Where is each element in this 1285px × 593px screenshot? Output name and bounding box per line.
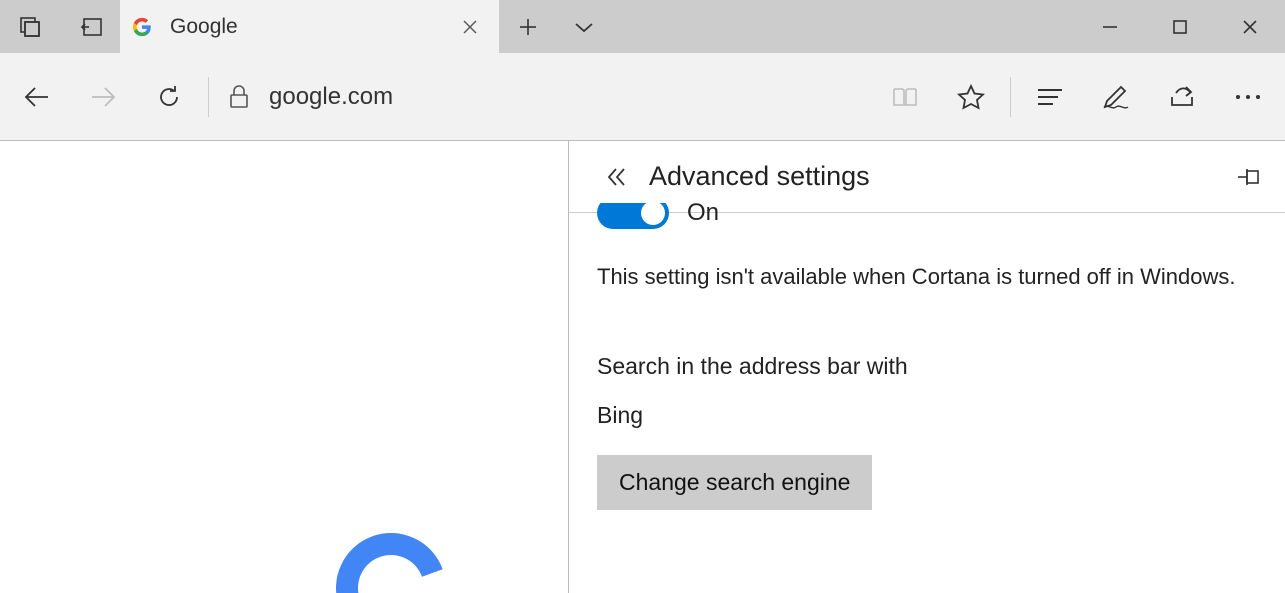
tab-title: Google (170, 15, 455, 39)
new-tab-icon[interactable] (500, 17, 556, 37)
back-icon[interactable] (4, 53, 70, 140)
settings-panel: Advanced settings On This setting isn't … (568, 141, 1285, 593)
set-aside-tabs-icon[interactable] (60, 17, 120, 37)
browser-tab[interactable]: Google (120, 0, 500, 53)
panel-back-icon[interactable] (593, 167, 641, 187)
toggle-switch[interactable] (597, 203, 669, 229)
lock-icon[interactable] (215, 84, 263, 110)
notes-icon[interactable] (1083, 53, 1149, 140)
content-area: Advanced settings On This setting isn't … (0, 141, 1285, 593)
search-section-label: Search in the address bar with (597, 353, 1257, 380)
title-bar: Google (0, 0, 1285, 53)
refresh-icon[interactable] (136, 53, 202, 140)
current-search-engine: Bing (597, 402, 1257, 429)
titlebar-left (0, 0, 120, 53)
close-tab-icon[interactable] (455, 12, 485, 42)
tab-preview-icon[interactable] (556, 20, 612, 34)
toggle-row: On (597, 203, 1257, 239)
more-icon[interactable] (1215, 53, 1281, 140)
setting-description: This setting isn't available when Cortan… (597, 261, 1237, 293)
change-search-engine-button[interactable]: Change search engine (597, 455, 872, 510)
pin-icon[interactable] (1225, 167, 1273, 187)
tabstrip-actions (500, 0, 612, 53)
close-window-icon[interactable] (1215, 0, 1285, 53)
separator (208, 77, 209, 117)
google-logo-fragment-icon (318, 515, 464, 593)
panel-body: On This setting isn't available when Cor… (569, 203, 1285, 510)
maximize-icon[interactable] (1145, 0, 1215, 53)
google-favicon-icon (132, 17, 152, 37)
reading-view-icon[interactable] (872, 53, 938, 140)
hub-icon[interactable] (1017, 53, 1083, 140)
page-viewport (0, 141, 568, 593)
address-bar[interactable]: google.com (263, 83, 393, 111)
tab-actions-icon[interactable] (0, 15, 60, 39)
toolbar-right (872, 53, 1281, 140)
separator (1010, 77, 1011, 117)
toolbar: google.com (0, 53, 1285, 141)
window-controls (1075, 0, 1285, 53)
share-icon[interactable] (1149, 53, 1215, 140)
forward-icon[interactable] (70, 53, 136, 140)
toggle-state-label: On (687, 203, 719, 227)
minimize-icon[interactable] (1075, 0, 1145, 53)
panel-title: Advanced settings (649, 161, 870, 192)
favorite-star-icon[interactable] (938, 53, 1004, 140)
